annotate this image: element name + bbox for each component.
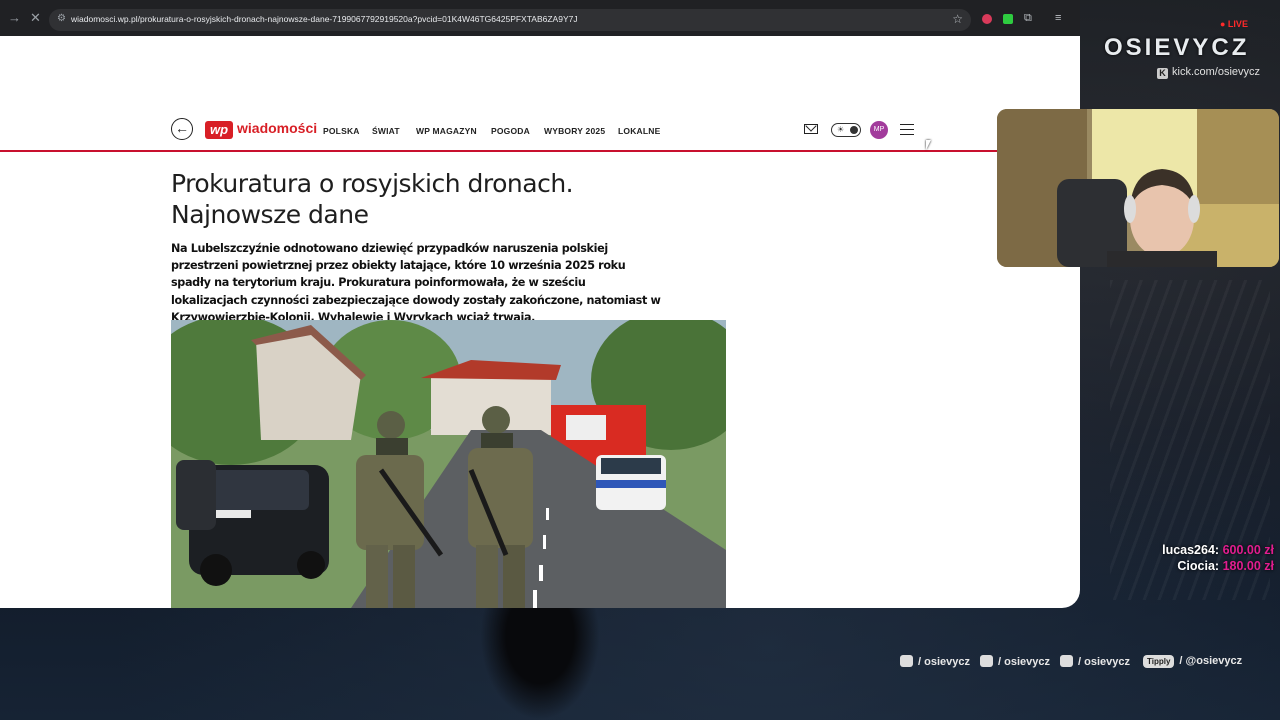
extension-red-icon[interactable] (982, 14, 992, 24)
forward-icon[interactable]: → (8, 10, 21, 26)
instagram-icon (900, 655, 913, 667)
sun-icon: ☀ (837, 125, 845, 134)
nav-item-wp-magazyn[interactable]: WP MAGAZYN (416, 126, 477, 136)
social-handle: / osievycz (998, 656, 1050, 668)
back-arrow-icon[interactable]: ← (171, 118, 193, 140)
logo-mark: wp (205, 121, 233, 139)
donation-list: lucas264: 600.00 zł Ciocia: 180.00 zł (1162, 543, 1274, 574)
social-instagram: / osievycz (900, 655, 970, 668)
background-figure (480, 600, 600, 720)
nav-item-pogoda[interactable]: POGODA (491, 126, 530, 136)
nav-item-wybory-2025[interactable]: WYBORY 2025 (544, 126, 605, 136)
social-tipply: Tipply / @osievycz (1143, 655, 1242, 668)
donation-amount: 600.00 zł (1222, 543, 1274, 557)
article-title: Prokuratura o rosyjskich dronach. Najnow… (171, 168, 671, 230)
extension-green-icon[interactable] (1003, 14, 1013, 24)
address-bar[interactable]: ⚙ wiadomosci.wp.pl/prokuratura-o-rosyjsk… (49, 9, 971, 31)
webcam-feed (997, 109, 1279, 267)
mouse-cursor (926, 140, 934, 150)
social-tiktok: / osievycz (980, 655, 1050, 668)
donor-name: Ciocia: (1177, 558, 1220, 573)
live-badge: ● LIVE (1220, 19, 1248, 29)
streamer-brand: OSIEVYCZ (1104, 34, 1250, 61)
article-lead: Na Lubelszczyźnie odnotowano dziewięć pr… (171, 242, 661, 324)
browser-toolbar: → ✕ ⚙ wiadomosci.wp.pl/prokuratura-o-ros… (0, 0, 1080, 36)
browser-window: → ✕ ⚙ wiadomosci.wp.pl/prokuratura-o-ros… (0, 0, 1080, 608)
photo-scene (171, 320, 726, 608)
site-header: ← wp wiadomości POLSKA ŚWIAT WP MAGAZYN … (0, 108, 1080, 150)
youtube-icon (1060, 655, 1073, 667)
social-handle: / osievycz (1078, 656, 1130, 668)
nav-item-polska[interactable]: POLSKA (323, 126, 360, 136)
kick-link: Kkick.com/osievycz (1157, 66, 1260, 79)
bookmark-star-icon[interactable]: ☆ (952, 12, 963, 26)
url-text: wiadomosci.wp.pl/prokuratura-o-rosyjskic… (71, 14, 578, 24)
logo-name: wiadomości (237, 120, 318, 136)
social-handle: / @osievycz (1179, 655, 1243, 667)
theme-toggle[interactable]: ☀ (831, 123, 861, 137)
donation-entry: Ciocia: 180.00 zł (1162, 559, 1274, 575)
article-title-line2: Najnowsze dane (171, 200, 369, 229)
user-avatar[interactable]: MP (870, 121, 888, 139)
site-info-icon[interactable]: ⚙ (57, 14, 67, 24)
tiktok-icon (980, 655, 993, 667)
hamburger-menu-icon[interactable] (900, 124, 914, 135)
reading-list-icon[interactable]: ≡ (1055, 12, 1061, 24)
mail-icon[interactable] (804, 124, 818, 134)
social-handle: / osievycz (918, 656, 970, 668)
toggle-knob (850, 126, 858, 134)
donation-amount: 180.00 zł (1222, 558, 1274, 573)
kick-url: kick.com/osievycz (1172, 66, 1261, 78)
social-youtube: / osievycz (1060, 655, 1130, 668)
nav-item-swiat[interactable]: ŚWIAT (372, 126, 400, 136)
nav-item-lokalne[interactable]: LOKALNE (618, 126, 660, 136)
webcam-scene (997, 109, 1279, 267)
donor-name: lucas264: (1162, 543, 1220, 557)
extensions-puzzle-icon[interactable]: ⧉ (1024, 12, 1032, 24)
stop-loading-icon[interactable]: ✕ (30, 10, 41, 26)
article-title-line1: Prokuratura o rosyjskich dronach. (171, 169, 574, 198)
donation-entry: lucas264: 600.00 zł (1162, 543, 1274, 559)
kick-icon: K (1157, 68, 1168, 79)
header-divider (0, 150, 1080, 152)
article-photo[interactable] (171, 320, 726, 608)
tipply-icon: Tipply (1143, 655, 1175, 668)
